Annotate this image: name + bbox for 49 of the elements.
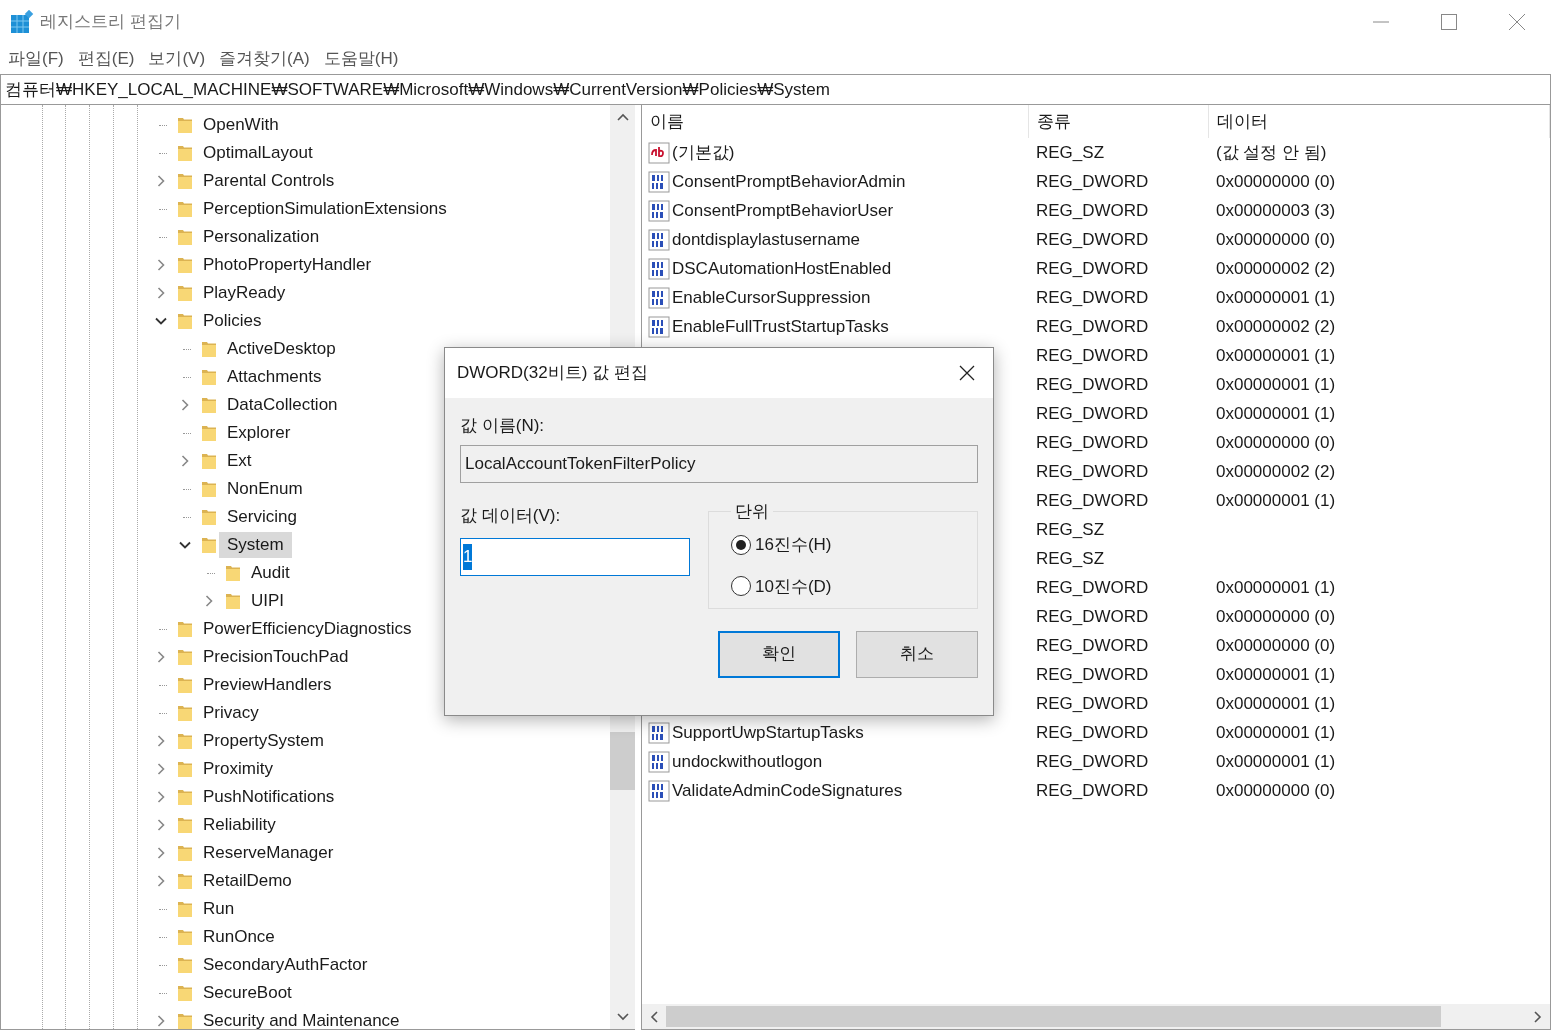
value-type: REG_DWORD bbox=[1035, 431, 1150, 454]
value-data: 0x00000001 (1) bbox=[1215, 489, 1336, 512]
value-data: 0x00000000 (0) bbox=[1215, 228, 1336, 251]
value-type: REG_DWORD bbox=[1035, 199, 1150, 222]
value-data: 0x00000000 (0) bbox=[1215, 779, 1336, 802]
value-data: 0x00000000 (0) bbox=[1215, 431, 1336, 454]
value-data: 0x00000001 (1) bbox=[1215, 663, 1336, 686]
value-type: REG_DWORD bbox=[1035, 750, 1150, 773]
value-data: 0x00000001 (1) bbox=[1215, 576, 1336, 599]
value-type: REG_DWORD bbox=[1035, 489, 1150, 512]
value-data: 0x00000001 (1) bbox=[1215, 750, 1336, 773]
value-data: (값 설정 안 됨) bbox=[1215, 141, 1327, 164]
value-data: 0x00000000 (0) bbox=[1215, 634, 1336, 657]
value-data: 0x00000000 (0) bbox=[1215, 170, 1336, 193]
value-type: REG_DWORD bbox=[1035, 228, 1150, 251]
value-data: 0x00000000 (0) bbox=[1215, 605, 1336, 628]
value-type: REG_DWORD bbox=[1035, 344, 1150, 367]
value-data: 0x00000003 (3) bbox=[1215, 199, 1336, 222]
value-data: 0x00000001 (1) bbox=[1215, 692, 1336, 715]
value-type: REG_SZ bbox=[1035, 518, 1106, 541]
value-data: 0x00000001 (1) bbox=[1215, 344, 1336, 367]
value-type: REG_DWORD bbox=[1035, 257, 1150, 280]
dialog-title: DWORD(32비트) 값 편집 bbox=[457, 362, 648, 385]
value-type: REG_DWORD bbox=[1035, 286, 1150, 309]
value-type: REG_DWORD bbox=[1035, 721, 1150, 744]
value-type: REG_DWORD bbox=[1035, 315, 1150, 338]
value-data: 0x00000001 (1) bbox=[1215, 402, 1336, 425]
value-type: REG_SZ bbox=[1035, 547, 1106, 570]
value-data: 0x00000001 (1) bbox=[1215, 286, 1336, 309]
value-type: REG_DWORD bbox=[1035, 402, 1150, 425]
value-data: 0x00000001 (1) bbox=[1215, 373, 1336, 396]
value-data: 0x00000002 (2) bbox=[1215, 257, 1336, 280]
value-type: REG_DWORD bbox=[1035, 634, 1150, 657]
field-label: 값 이름(N): bbox=[460, 415, 546, 437]
value-type: REG_DWORD bbox=[1035, 663, 1150, 686]
value-type: REG_DWORD bbox=[1035, 576, 1150, 599]
value-data: 0x00000002 (2) bbox=[1215, 315, 1336, 338]
value-data: 0x00000002 (2) bbox=[1215, 460, 1336, 483]
value-type: REG_DWORD bbox=[1035, 779, 1150, 802]
field-label: 값 데이터(V): bbox=[460, 504, 562, 527]
group-label: 단위 bbox=[734, 500, 770, 523]
value-type: REG_DWORD bbox=[1035, 460, 1150, 483]
value-type: REG_SZ bbox=[1035, 141, 1106, 164]
window-title: 레지스트리 편집기 bbox=[40, 11, 181, 34]
value-type: REG_DWORD bbox=[1035, 373, 1150, 396]
value-type: REG_DWORD bbox=[1035, 170, 1150, 193]
value-data: 0x00000001 (1) bbox=[1215, 721, 1336, 744]
value-type: REG_DWORD bbox=[1035, 605, 1150, 628]
value-type: REG_DWORD bbox=[1035, 692, 1150, 715]
